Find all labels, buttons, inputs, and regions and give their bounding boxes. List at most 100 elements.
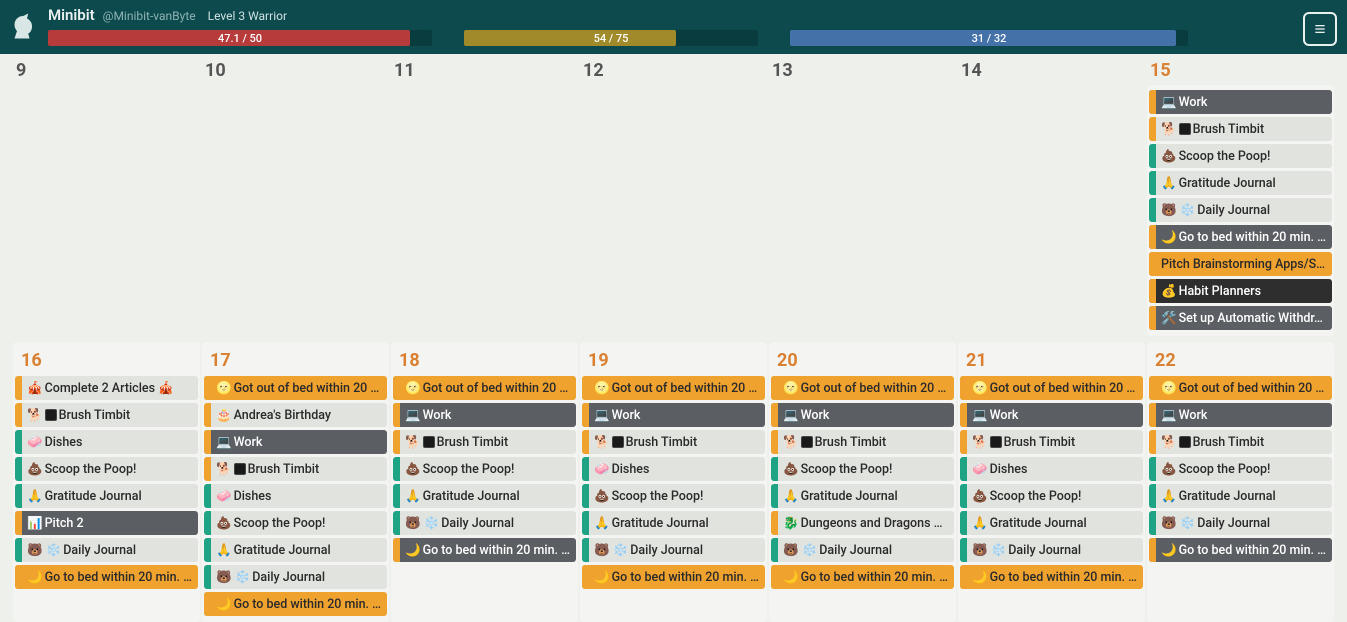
day-cell-18[interactable]: 18 🌝Got out of bed within 20 …💻Work🐕Brus… [391, 342, 578, 622]
task-daily_journal[interactable]: 🐻 ❄️Daily Journal [960, 538, 1143, 562]
task-stripe [15, 511, 22, 535]
task-dishes[interactable]: 🧼Dishes [204, 484, 387, 508]
day-cell-13[interactable] [769, 85, 956, 336]
task-brush[interactable]: 🐕Brush Timbit [582, 430, 765, 454]
task-brush[interactable]: 🐕Brush Timbit [15, 403, 198, 427]
task-daily_journal[interactable]: 🐻 ❄️Daily Journal [15, 538, 198, 562]
task-brush[interactable]: 🐕Brush Timbit [1149, 117, 1332, 141]
task-scoop[interactable]: 💩Scoop the Poop! [1149, 144, 1332, 168]
task-gratitude[interactable]: 🙏Gratitude Journal [960, 511, 1143, 535]
day-cell-10[interactable] [202, 85, 389, 336]
app-logo[interactable] [0, 4, 44, 48]
task-gratitude[interactable]: 🙏Gratitude Journal [771, 484, 954, 508]
task-gotout[interactable]: 🌝Got out of bed within 20 … [582, 376, 765, 400]
task-daily_journal[interactable]: 🐻 ❄️Daily Journal [204, 565, 387, 589]
task-work[interactable]: 💻Work [393, 403, 576, 427]
task-habit_plan[interactable]: 💰Habit Planners [1149, 279, 1332, 303]
task-gotout[interactable]: 🌝Got out of bed within 20 … [1149, 376, 1332, 400]
task-stripe [15, 565, 22, 589]
task-stripe [771, 538, 778, 562]
task-gotout[interactable]: 🌝Got out of bed within 20 … [393, 376, 576, 400]
task-work[interactable]: 💻Work [960, 403, 1143, 427]
task-scoop[interactable]: 💩Scoop the Poop! [15, 457, 198, 481]
task-scoop[interactable]: 💩Scoop the Poop! [1149, 457, 1332, 481]
day-number: 22 [1149, 344, 1332, 373]
task-gobed_orange[interactable]: 🌙Go to bed within 20 min. … [15, 565, 198, 589]
task-label: 🐻 ❄️Daily Journal [967, 543, 1143, 558]
task-stripe [960, 565, 967, 589]
task-daily_journal[interactable]: 🐻 ❄️Daily Journal [582, 538, 765, 562]
task-pitch_brain[interactable]: Pitch Brainstorming Apps/S… [1149, 252, 1332, 276]
task-stripe [1149, 198, 1156, 222]
task-gratitude[interactable]: 🙏Gratitude Journal [393, 484, 576, 508]
task-daily_journal[interactable]: 🐻 ❄️Daily Journal [393, 511, 576, 535]
task-work[interactable]: 💻Work [771, 403, 954, 427]
task-gobed_orange[interactable]: 🌙Go to bed within 20 min. … [960, 565, 1143, 589]
task-gotout[interactable]: 🌝Got out of bed within 20 … [771, 376, 954, 400]
day-cell-16[interactable]: 16 🎪Complete 2 Articles 🎪🐕Brush Timbit🧼D… [13, 342, 200, 622]
task-dnd[interactable]: 🐉Dungeons and Dragons … [771, 511, 954, 535]
task-gratitude[interactable]: 🙏Gratitude Journal [1149, 484, 1332, 508]
task-stripe [393, 403, 400, 427]
task-dishes[interactable]: 🧼Dishes [960, 457, 1143, 481]
task-gratitude[interactable]: 🙏Gratitude Journal [1149, 171, 1332, 195]
day-cell-9[interactable] [13, 85, 200, 336]
task-dishes[interactable]: 🧼Dishes [15, 430, 198, 454]
day-cell-12[interactable] [580, 85, 767, 336]
mp-bar-label: 31 / 32 [972, 32, 1007, 45]
task-daily_journal[interactable]: 🐻 ❄️Daily Journal [1149, 198, 1332, 222]
task-stripe [1149, 484, 1156, 508]
task-gobed[interactable]: 🌙Go to bed within 20 min. … [1149, 538, 1332, 562]
task-birthday[interactable]: 🎂Andrea's Birthday [204, 403, 387, 427]
day-cell-14[interactable] [958, 85, 1145, 336]
task-gobed_orange[interactable]: 🌙Go to bed within 20 min. … [582, 565, 765, 589]
day-cell-17[interactable]: 17 🌝Got out of bed within 20 …🎂Andrea's … [202, 342, 389, 622]
task-scoop[interactable]: 💩Scoop the Poop! [960, 484, 1143, 508]
task-gobed[interactable]: 🌙Go to bed within 20 min. … [1149, 225, 1332, 249]
day-cell-21[interactable]: 21 🌝Got out of bed within 20 … 💻Work 🐕Brus… [958, 342, 1145, 622]
task-gotout[interactable]: 🌝Got out of bed within 20 … [204, 376, 387, 400]
task-stripe [1149, 90, 1156, 114]
task-gratitude[interactable]: 🙏Gratitude Journal [15, 484, 198, 508]
task-scoop[interactable]: 💩Scoop the Poop! [771, 457, 954, 481]
task-work[interactable]: 💻Work [1149, 90, 1332, 114]
day-header: 15 [1146, 54, 1335, 85]
task-stripe [960, 376, 967, 400]
task-daily_journal[interactable]: 🐻 ❄️Daily Journal [1149, 511, 1332, 535]
day-cell-22[interactable]: 22 🌝Got out of bed within 20 … 💻Work 🐕Brus… [1147, 342, 1334, 622]
day-cell-19[interactable]: 19 🌝Got out of bed within 20 …💻Work🐕Brus… [580, 342, 767, 622]
task-pitch2[interactable]: 📊Pitch 2 [15, 511, 198, 535]
task-stripe [1149, 225, 1156, 249]
day-header: 10 [201, 54, 390, 85]
day-cell-11[interactable] [391, 85, 578, 336]
day-cell-15[interactable]: 💻Work 🐕Brush Timbit 💩Scoop the Poop! 🙏Grati… [1147, 85, 1334, 336]
task-gobed_orange[interactable]: 🌙Go to bed within 20 min. … [771, 565, 954, 589]
task-scoop[interactable]: 💩Scoop the Poop! [582, 484, 765, 508]
task-brush[interactable]: 🐕Brush Timbit [204, 457, 387, 481]
task-scoop[interactable]: 💩Scoop the Poop! [204, 511, 387, 535]
task-gratitude[interactable]: 🙏Gratitude Journal [204, 538, 387, 562]
menu-button[interactable] [1303, 12, 1337, 46]
task-work[interactable]: 💻Work [582, 403, 765, 427]
day-number: 21 [960, 344, 1143, 373]
user-handle: @Minibit-vanByte [103, 9, 196, 23]
task-scoop[interactable]: 💩Scoop the Poop! [393, 457, 576, 481]
task-label: 🐕Brush Timbit [400, 435, 576, 450]
task-brush[interactable]: 🐕Brush Timbit [1149, 430, 1332, 454]
task-brush[interactable]: 🐕Brush Timbit [393, 430, 576, 454]
task-brush[interactable]: 🐕Brush Timbit [960, 430, 1143, 454]
task-gobed_orange[interactable]: 🌙Go to bed within 20 min. … [204, 592, 387, 616]
task-articles[interactable]: 🎪Complete 2 Articles 🎪 [15, 376, 198, 400]
task-brush[interactable]: 🐕Brush Timbit [771, 430, 954, 454]
task-work[interactable]: 💻Work [204, 430, 387, 454]
task-gotout[interactable]: 🌝Got out of bed within 20 … [960, 376, 1143, 400]
task-gobed[interactable]: 🌙Go to bed within 20 min. … [393, 538, 576, 562]
task-label: 💩Scoop the Poop! [1156, 149, 1332, 164]
task-auto_with[interactable]: 🛠️Set up Automatic Withdr… [1149, 306, 1332, 330]
task-gratitude[interactable]: 🙏Gratitude Journal [582, 511, 765, 535]
day-cell-20[interactable]: 20 🌝Got out of bed within 20 …💻Work🐕Brus… [769, 342, 956, 622]
task-stripe [582, 538, 589, 562]
task-daily_journal[interactable]: 🐻 ❄️Daily Journal [771, 538, 954, 562]
task-dishes[interactable]: 🧼Dishes [582, 457, 765, 481]
task-work[interactable]: 💻Work [1149, 403, 1332, 427]
